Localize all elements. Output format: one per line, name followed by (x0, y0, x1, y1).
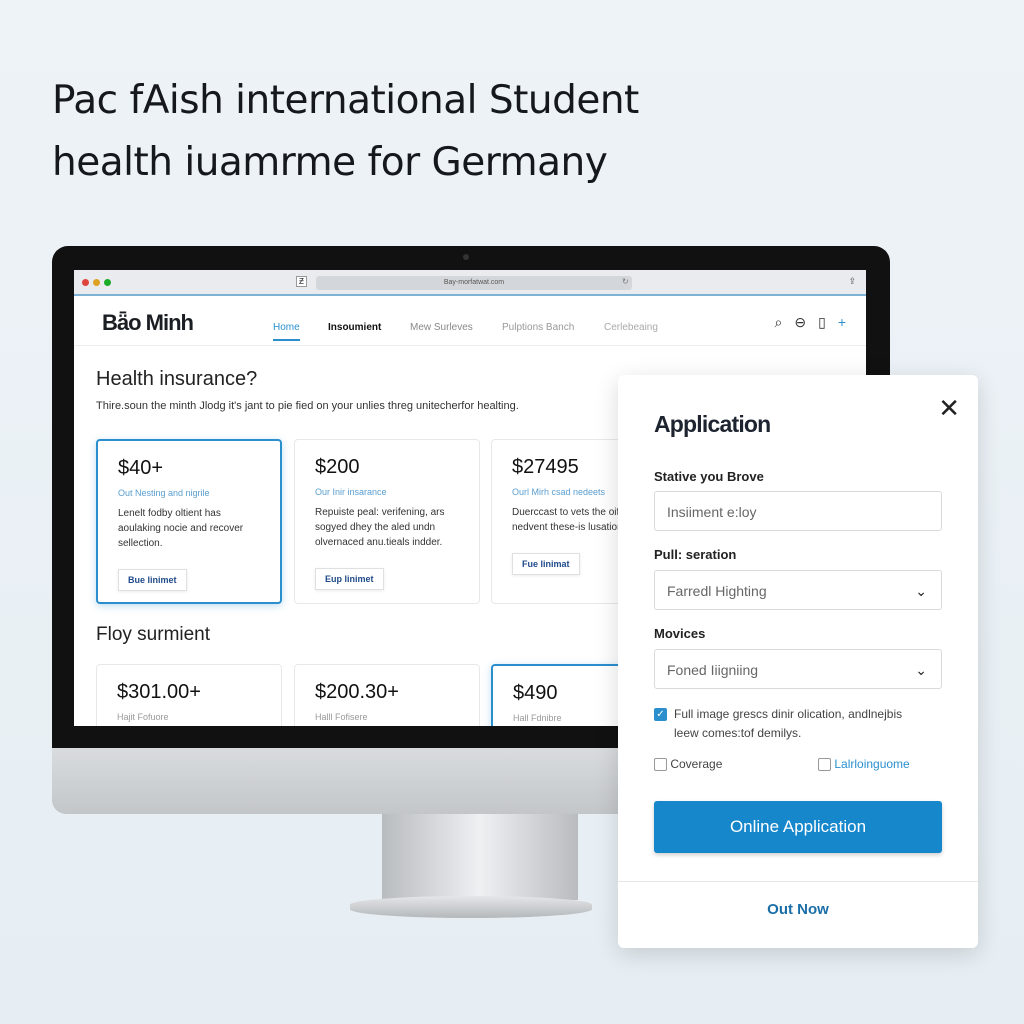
online-application-button[interactable]: Online Application (654, 801, 942, 853)
plan-tag: Out Nesting and nigrile (118, 488, 210, 498)
consent-text: Full image grescs dinir olication, andln… (674, 707, 903, 740)
plan-price: $200.30+ (315, 681, 399, 703)
secondary-option[interactable]: Lalrloinguome (818, 757, 910, 772)
close-window-button[interactable] (82, 278, 89, 286)
field1-label: Stative you Brove (654, 469, 764, 484)
plan-card[interactable]: $200 Our Inir insarance Repuiste peal: v… (294, 439, 480, 604)
plan-card[interactable]: $200.30+ Halll Fofisere (294, 664, 480, 726)
search-icon[interactable]: ⌕ (775, 314, 783, 331)
account-icon[interactable]: ⊖ (794, 314, 806, 331)
field2-select[interactable]: Farredl Highting ⌄ (654, 570, 942, 610)
minimize-window-button[interactable] (93, 278, 100, 286)
browser-toolbar: Ƶ Bay-morfatwat.com ↻ ⇪ (74, 270, 866, 296)
section-title: Health insurance? (96, 368, 258, 390)
headline-line-1: Pac fAish international Student (52, 78, 639, 123)
plan-description: Lenelt fodby oltient has aoulaking nocie… (118, 508, 244, 549)
field2-value: Farredl Highting (667, 583, 767, 599)
field3-select[interactable]: Foned Iiigniing ⌄ (654, 649, 942, 689)
book-icon[interactable]: ▯ (818, 314, 826, 331)
plus-icon[interactable]: + (838, 314, 846, 331)
plan-card[interactable]: $301.00+ Hajit Fofuore (96, 664, 282, 726)
plan-card[interactable]: $40+ Out Nesting and nigrile Lenelt fodb… (96, 439, 282, 604)
site-navbar: Bǟo Minh Home Insoumient Mew Surleves Pu… (74, 296, 866, 346)
plan-price: $200 (315, 456, 360, 478)
nav-insoumient[interactable]: Insoumient (328, 322, 381, 333)
chevron-down-icon: ⌄ (915, 662, 927, 678)
plan-button[interactable]: Bue linimet (118, 569, 187, 591)
plan-tag: Our Inir insarance (315, 487, 387, 497)
plan-price: $301.00+ (117, 681, 201, 703)
field3-label: Movices (654, 626, 706, 641)
coverage-label: Coverage (670, 757, 723, 771)
nav-pulptions-banch[interactable]: Pulptions Banch (502, 322, 574, 333)
headline-line-2: health iuamrme for Germany (52, 140, 608, 185)
field2-label: Pull: seration (654, 547, 737, 562)
reload-icon[interactable]: ↻ (622, 277, 629, 286)
nav-cerlebeaing[interactable]: Cerlebeaing (604, 322, 658, 333)
section-title-2: Floy surmient (96, 624, 211, 645)
reader-icon[interactable]: Ƶ (296, 276, 307, 287)
share-icon[interactable]: ⇪ (848, 276, 856, 287)
plan-price: $40+ (118, 457, 164, 479)
plan-button[interactable]: Fue linimat (512, 553, 580, 575)
out-now-button[interactable]: Out Now (618, 901, 978, 918)
maximize-window-button[interactable] (104, 278, 111, 286)
site-logo[interactable]: Bǟo Minh (102, 310, 194, 336)
application-modal: Application ✕ Stative you Brove Insiimen… (618, 375, 978, 948)
consent-checkbox[interactable]: ✓ (654, 708, 667, 721)
option-label: Lalrloinguome (834, 757, 910, 771)
section-subtitle: Thire.soun the minth Jlodg it's jant to … (96, 400, 519, 412)
divider (618, 881, 978, 882)
headline: Pac fAish international Student health i… (52, 70, 639, 194)
nav-home[interactable]: Home (273, 322, 300, 341)
address-bar[interactable]: Bay-morfatwat.com (316, 276, 632, 290)
monitor-base (350, 896, 592, 918)
field3-value: Foned Iiigniing (667, 662, 759, 678)
option-checkbox[interactable] (818, 758, 831, 772)
close-icon[interactable]: ✕ (938, 393, 960, 424)
plan-tag: Halll Fofisere (315, 712, 368, 722)
monitor-stand (382, 814, 578, 900)
plan-button[interactable]: Eup linimet (315, 568, 384, 590)
coverage-option[interactable]: Coverage (654, 757, 723, 772)
chevron-down-icon: ⌄ (915, 583, 927, 599)
field1-input[interactable]: Insiiment e:loy (654, 491, 942, 531)
coverage-checkbox[interactable] (654, 758, 667, 772)
camera-icon (463, 254, 469, 260)
plan-tag: Hajit Fofuore (117, 712, 169, 722)
plan-description: Repuiste peal: verifening, ars sogyed dh… (315, 507, 445, 548)
modal-title: Application (654, 411, 771, 437)
nav-mew-surleves[interactable]: Mew Surleves (410, 322, 473, 333)
